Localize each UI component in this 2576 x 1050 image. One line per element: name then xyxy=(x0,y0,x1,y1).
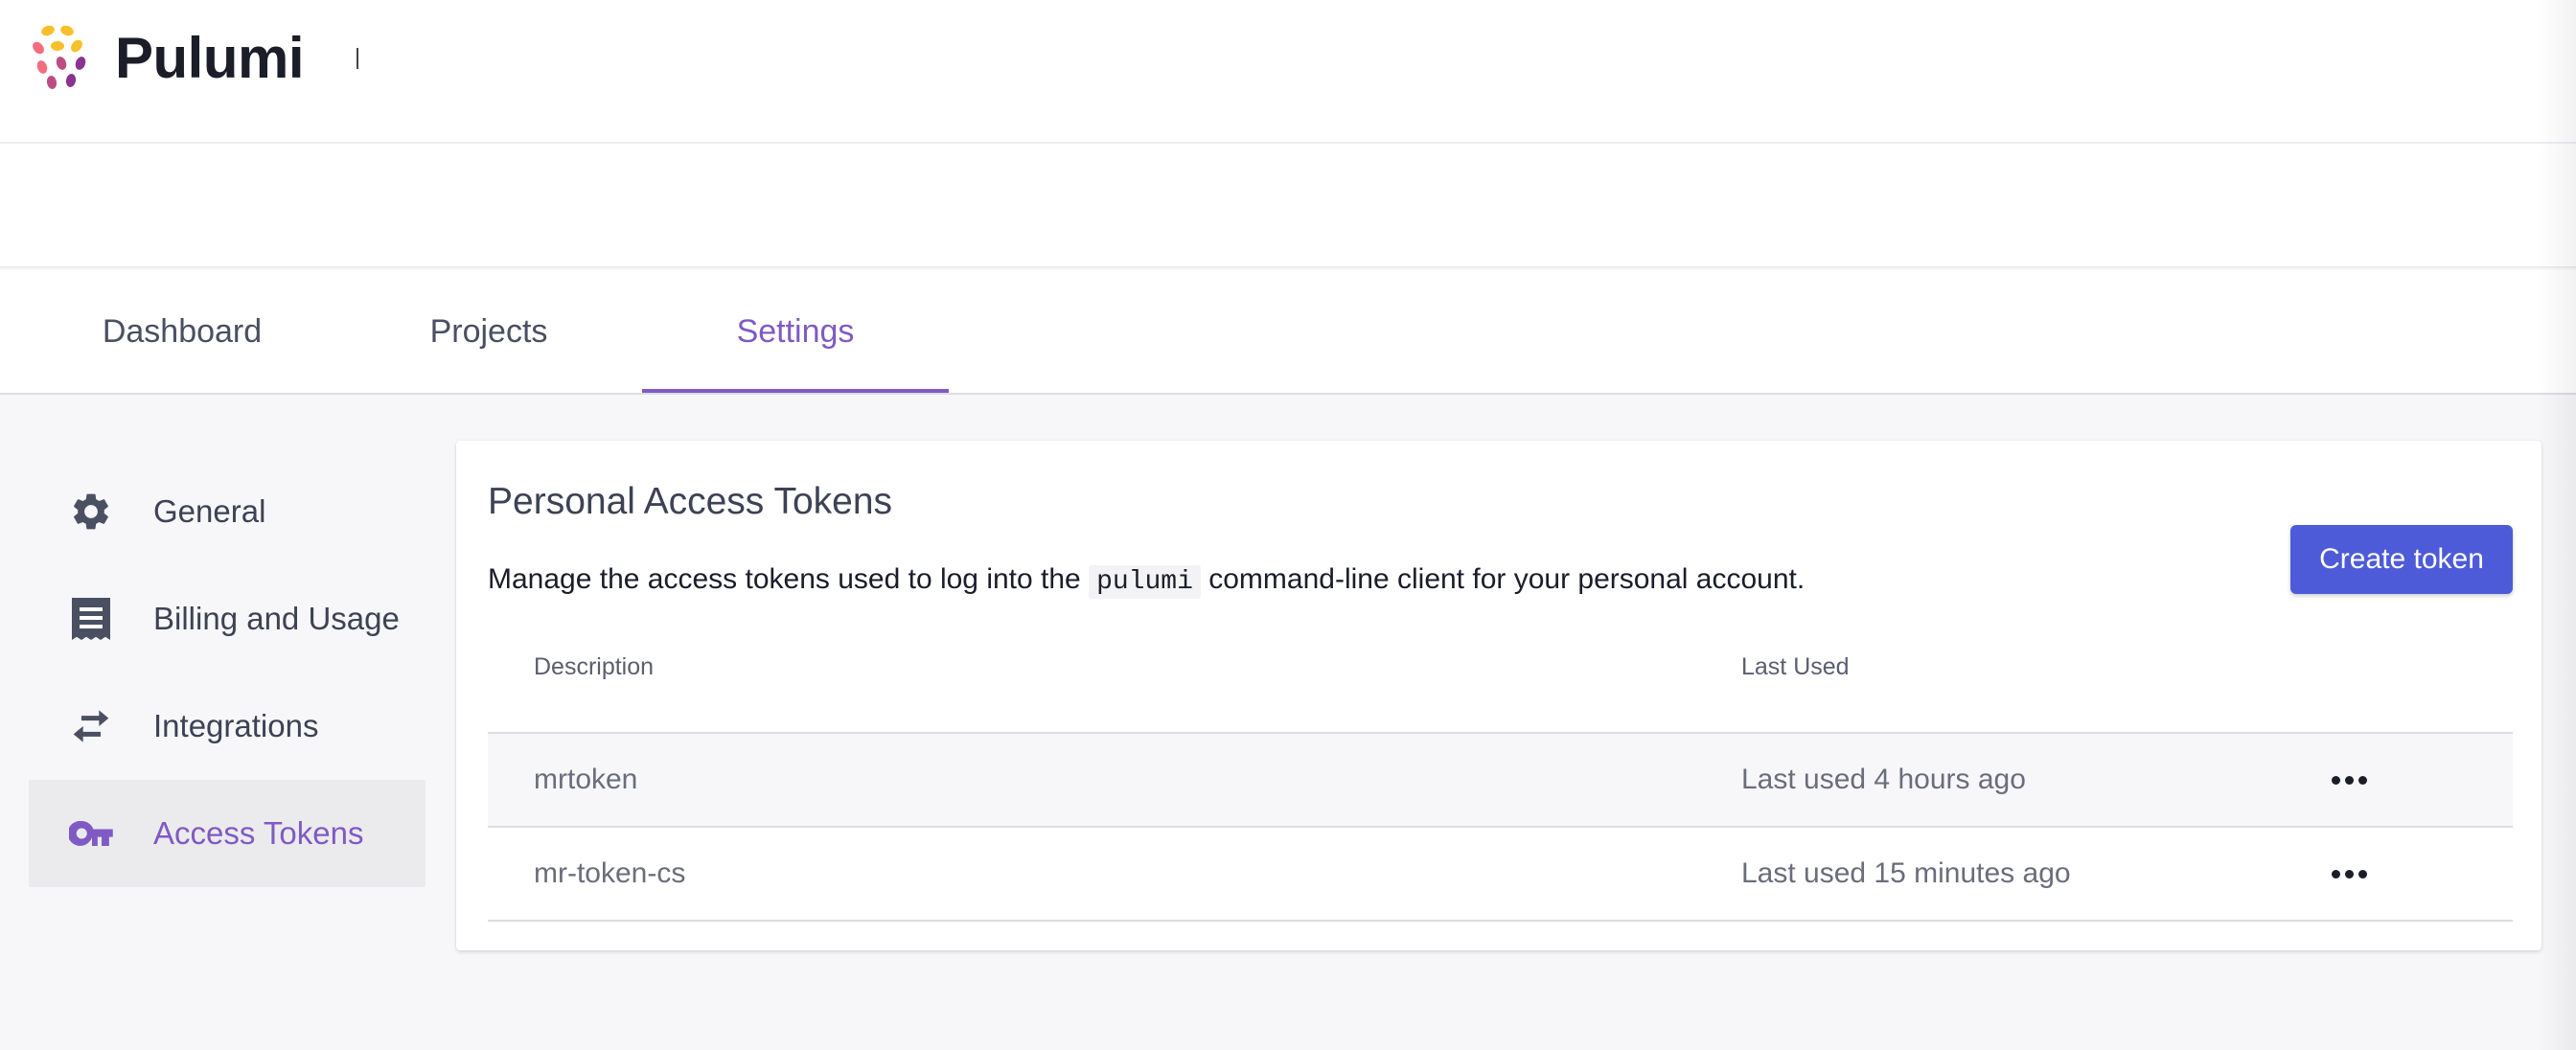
key-icon xyxy=(67,810,115,857)
table-row: mr-token-cs Last used 15 minutes ago xyxy=(488,828,2513,922)
sidebar-item-access-tokens[interactable]: Access Tokens xyxy=(29,780,426,887)
active-tab-indicator xyxy=(642,389,949,393)
token-last-used: Last used 4 hours ago xyxy=(1741,764,2026,795)
sidebar-item-general[interactable]: General xyxy=(29,458,426,565)
tab-label: Settings xyxy=(736,312,855,350)
tokens-table: Description Last Used mrtoken Last used … xyxy=(488,634,2513,922)
access-tokens-card: Personal Access Tokens Manage the access… xyxy=(456,441,2542,950)
card-title: Personal Access Tokens xyxy=(488,481,893,522)
token-last-used: Last used 15 minutes ago xyxy=(1741,857,2071,889)
more-icon xyxy=(2358,869,2367,879)
subheader-divider xyxy=(0,266,2576,268)
more-icon xyxy=(2358,775,2367,785)
gear-icon xyxy=(67,488,115,536)
column-header-description: Description xyxy=(534,653,655,680)
cli-name-code: pulumi xyxy=(1089,565,1201,599)
sidebar-item-label: Integrations xyxy=(153,708,319,743)
row-menu-button[interactable] xyxy=(2320,761,2378,799)
table-header: Description Last Used xyxy=(488,634,2513,734)
window-edge-shadow xyxy=(2538,0,2576,1050)
tab-label: Projects xyxy=(429,312,548,350)
sidebar-item-label: Access Tokens xyxy=(153,815,364,851)
main-tabs: Dashboard Projects Settings xyxy=(0,270,2576,395)
header: Pulumi xyxy=(0,0,2549,119)
more-icon xyxy=(2344,869,2354,879)
sidebar-item-label: Billing and Usage xyxy=(153,601,400,636)
sidebar-item-label: General xyxy=(153,493,266,529)
pulumi-logo-icon xyxy=(33,25,86,89)
swap-arrows-icon xyxy=(67,702,115,750)
pulumi-logo[interactable]: Pulumi xyxy=(25,21,305,94)
token-description: mr-token-cs xyxy=(534,857,686,889)
receipt-icon xyxy=(67,595,115,643)
settings-sidebar: General Billing and Usage Integrations A… xyxy=(29,458,426,887)
brand-name: Pulumi xyxy=(115,25,305,90)
token-description: mrtoken xyxy=(534,764,638,795)
more-icon xyxy=(2344,775,2354,785)
row-menu-button[interactable] xyxy=(2320,855,2378,893)
tab-projects[interactable]: Projects xyxy=(383,270,594,393)
tab-dashboard[interactable]: Dashboard xyxy=(58,270,307,393)
column-header-last-used: Last Used xyxy=(1741,653,1850,680)
create-token-button[interactable]: Create token xyxy=(2290,525,2513,594)
card-description: Manage the access tokens used to log int… xyxy=(488,563,1806,599)
description-text: Manage the access tokens used to log int… xyxy=(488,563,1090,595)
sidebar-item-integrations[interactable]: Integrations xyxy=(29,673,426,780)
more-icon xyxy=(2331,869,2340,879)
header-divider xyxy=(0,142,2576,144)
top-bar: Pulumi xyxy=(0,0,2576,268)
tab-settings[interactable]: Settings xyxy=(642,270,949,393)
description-text: command-line client for your personal ac… xyxy=(1200,563,1806,595)
text-cursor xyxy=(356,48,358,69)
sidebar-item-billing[interactable]: Billing and Usage xyxy=(29,565,426,673)
tab-label: Dashboard xyxy=(102,312,263,350)
table-row: mrtoken Last used 4 hours ago xyxy=(488,734,2513,828)
more-icon xyxy=(2331,775,2340,785)
